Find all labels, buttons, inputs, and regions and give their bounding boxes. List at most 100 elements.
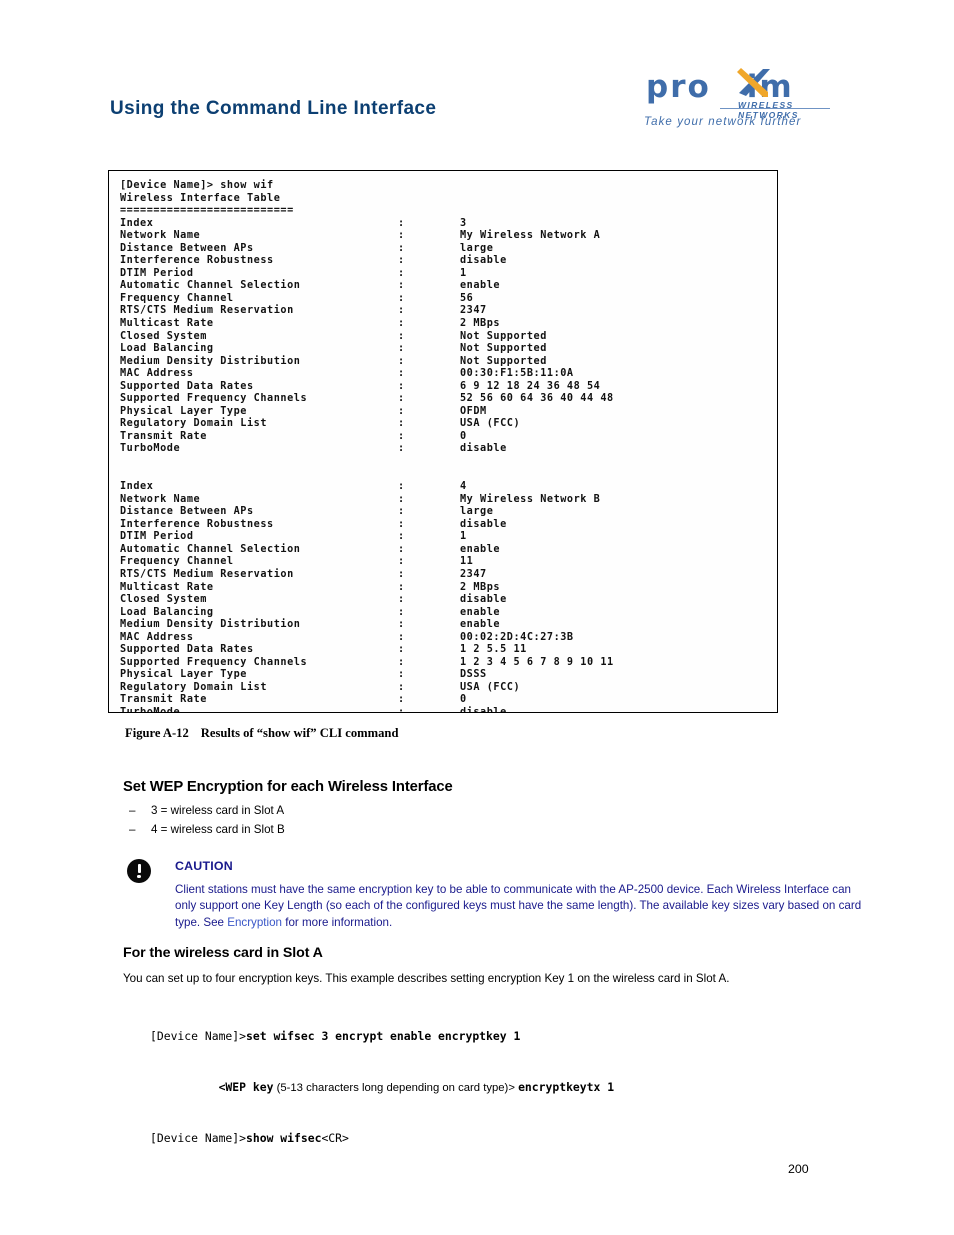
terminal-row: Distance Between APs: large: [120, 506, 777, 519]
terminal-row-separator: :: [398, 230, 405, 242]
terminal-row: Automatic Channel Selection: enable: [120, 280, 777, 293]
terminal-row-label: Closed System: [120, 594, 207, 606]
terminal-row: Transmit Rate: 0: [120, 694, 777, 707]
terminal-row-separator: :: [398, 318, 405, 330]
terminal-row-separator: :: [398, 644, 405, 656]
bullet-dash-icon: –: [129, 823, 136, 836]
cli-command: set wifsec 3 encrypt enable encryptkey 1: [246, 1029, 521, 1043]
terminal-row: RTS/CTS Medium Reservation: 2347: [120, 569, 777, 582]
cli-code-block: [Device Name]>set wifsec 3 encrypt enabl…: [150, 994, 850, 1164]
code-line: [Device Name]>show wifsec<CR>: [150, 1130, 850, 1147]
terminal-row-separator: :: [398, 305, 405, 317]
terminal-row-separator: :: [398, 619, 405, 631]
terminal-row-label: Multicast Rate: [120, 318, 214, 330]
terminal-row-value: large: [460, 506, 494, 518]
terminal-row-value: 3: [460, 217, 467, 229]
terminal-row: DTIM Period: 1: [120, 531, 777, 544]
terminal-row: DTIM Period: 1: [120, 268, 777, 281]
terminal-row-value: Not Supported: [460, 355, 547, 367]
terminal-row-label: Medium Density Distribution: [120, 619, 301, 631]
terminal-row-value: 2 MBps: [460, 581, 501, 593]
cli-indent: [150, 1080, 219, 1094]
caution-body-part2: for more information.: [282, 915, 393, 929]
terminal-row: Closed System: Not Supported: [120, 331, 777, 344]
page-title: Using the Command Line Interface: [110, 98, 437, 119]
code-line: [Device Name]>set wifsec 3 encrypt enabl…: [150, 1028, 850, 1045]
cli-prompt: [Device Name]>: [150, 1131, 247, 1145]
terminal-row-value: 0: [460, 430, 467, 442]
terminal-output-figure: [Device Name]> show wif Wireless Interfac…: [108, 170, 778, 713]
terminal-row-label: Load Balancing: [120, 606, 214, 618]
terminal-row-separator: :: [398, 418, 405, 430]
terminal-row-label: Medium Density Distribution: [120, 355, 301, 367]
terminal-row-value: 1: [460, 267, 467, 279]
terminal-row-value: large: [460, 242, 494, 254]
caution-body: Client stations must have the same encry…: [175, 882, 863, 931]
slot-a-paragraph: You can set up to four encryption keys. …: [123, 972, 730, 985]
terminal-row-label: DTIM Period: [120, 531, 194, 543]
terminal-row-value: 2347: [460, 568, 487, 580]
terminal-row-separator: :: [398, 267, 405, 279]
terminal-row-separator: :: [398, 217, 405, 229]
terminal-row-value: 2347: [460, 305, 487, 317]
cli-cr-token: <CR>: [321, 1131, 349, 1145]
terminal-row-separator: :: [398, 292, 405, 304]
terminal-row: Network Name: My Wireless Network A: [120, 230, 777, 243]
terminal-row-value: 4: [460, 481, 467, 493]
terminal-row-value: 00:02:2D:4C:27:3B: [460, 631, 574, 643]
terminal-row-value: disable: [460, 706, 507, 713]
terminal-table-title: Wireless Interface Table: [120, 192, 281, 204]
terminal-row-separator: :: [398, 280, 405, 292]
logo-x-mark: [737, 68, 770, 97]
terminal-row-separator: :: [398, 543, 405, 555]
figure-number: Figure A-12: [125, 726, 189, 740]
terminal-row-separator: :: [398, 681, 405, 693]
terminal-row-label: Closed System: [120, 330, 207, 342]
terminal-row-separator: :: [398, 481, 405, 493]
figure-caption-text: Results of “show wif” CLI command: [200, 726, 399, 740]
terminal-row: Index: 3: [120, 218, 777, 231]
list-item: – 3 = wireless card in Slot A: [123, 804, 723, 823]
terminal-row-separator: :: [398, 531, 405, 543]
terminal-row: Supported Frequency Channels: 1 2 3 4 5 6…: [120, 657, 777, 670]
terminal-row: Automatic Channel Selection: enable: [120, 544, 777, 557]
terminal-row-value: enable: [460, 619, 501, 631]
terminal-row-value: disable: [460, 443, 507, 455]
terminal-row-value: 1 2 5.5 11: [460, 644, 527, 656]
terminal-row-label: Supported Frequency Channels: [120, 393, 308, 405]
terminal-separator: ==========================: [120, 205, 294, 217]
encryption-link[interactable]: Encryption: [227, 916, 282, 929]
page-number: 200: [788, 1162, 809, 1176]
terminal-row-value: Not Supported: [460, 343, 547, 355]
code-line: <WEP key (5-13 characters long depending…: [150, 1079, 850, 1096]
terminal-row-separator: :: [398, 405, 405, 417]
terminal-row-label: Interference Robustness: [120, 255, 274, 267]
terminal-row-label: Load Balancing: [120, 343, 214, 355]
terminal-row: TurboMode: disable: [120, 706, 777, 713]
terminal-row-value: 2 MBps: [460, 318, 501, 330]
terminal-row-value: 6 9 12 18 24 36 48 54: [460, 380, 601, 392]
terminal-row-value: 11: [460, 556, 474, 568]
terminal-row-value: enable: [460, 543, 501, 555]
terminal-row-separator: :: [398, 631, 405, 643]
terminal-row: Supported Frequency Channels: 52 56 60 64…: [120, 393, 777, 406]
terminal-row-label: Physical Layer Type: [120, 405, 247, 417]
terminal-row-label: Physical Layer Type: [120, 669, 247, 681]
terminal-row-separator: :: [398, 393, 405, 405]
terminal-row-label: MAC Address: [120, 368, 194, 380]
terminal-row-label: Transmit Rate: [120, 430, 207, 442]
figure-caption: Figure A-12 Results of “show wif” CLI com…: [125, 726, 398, 741]
terminal-row-value: 0: [460, 694, 467, 706]
page-header: Using the Command Line Interface pro im W…: [0, 0, 954, 150]
terminal-row: Frequency Channel: 11: [120, 556, 777, 569]
terminal-text: [Device Name]> show wif Wireless Interfac…: [109, 171, 777, 713]
terminal-row: Distance Between APs: large: [120, 243, 777, 256]
terminal-row-label: Multicast Rate: [120, 581, 214, 593]
terminal-row-separator: :: [398, 656, 405, 668]
terminal-row-value: DSSS: [460, 669, 487, 681]
terminal-row-separator: :: [398, 368, 405, 380]
cli-prompt: [Device Name]>: [150, 1029, 247, 1043]
terminal-row-label: DTIM Period: [120, 267, 194, 279]
